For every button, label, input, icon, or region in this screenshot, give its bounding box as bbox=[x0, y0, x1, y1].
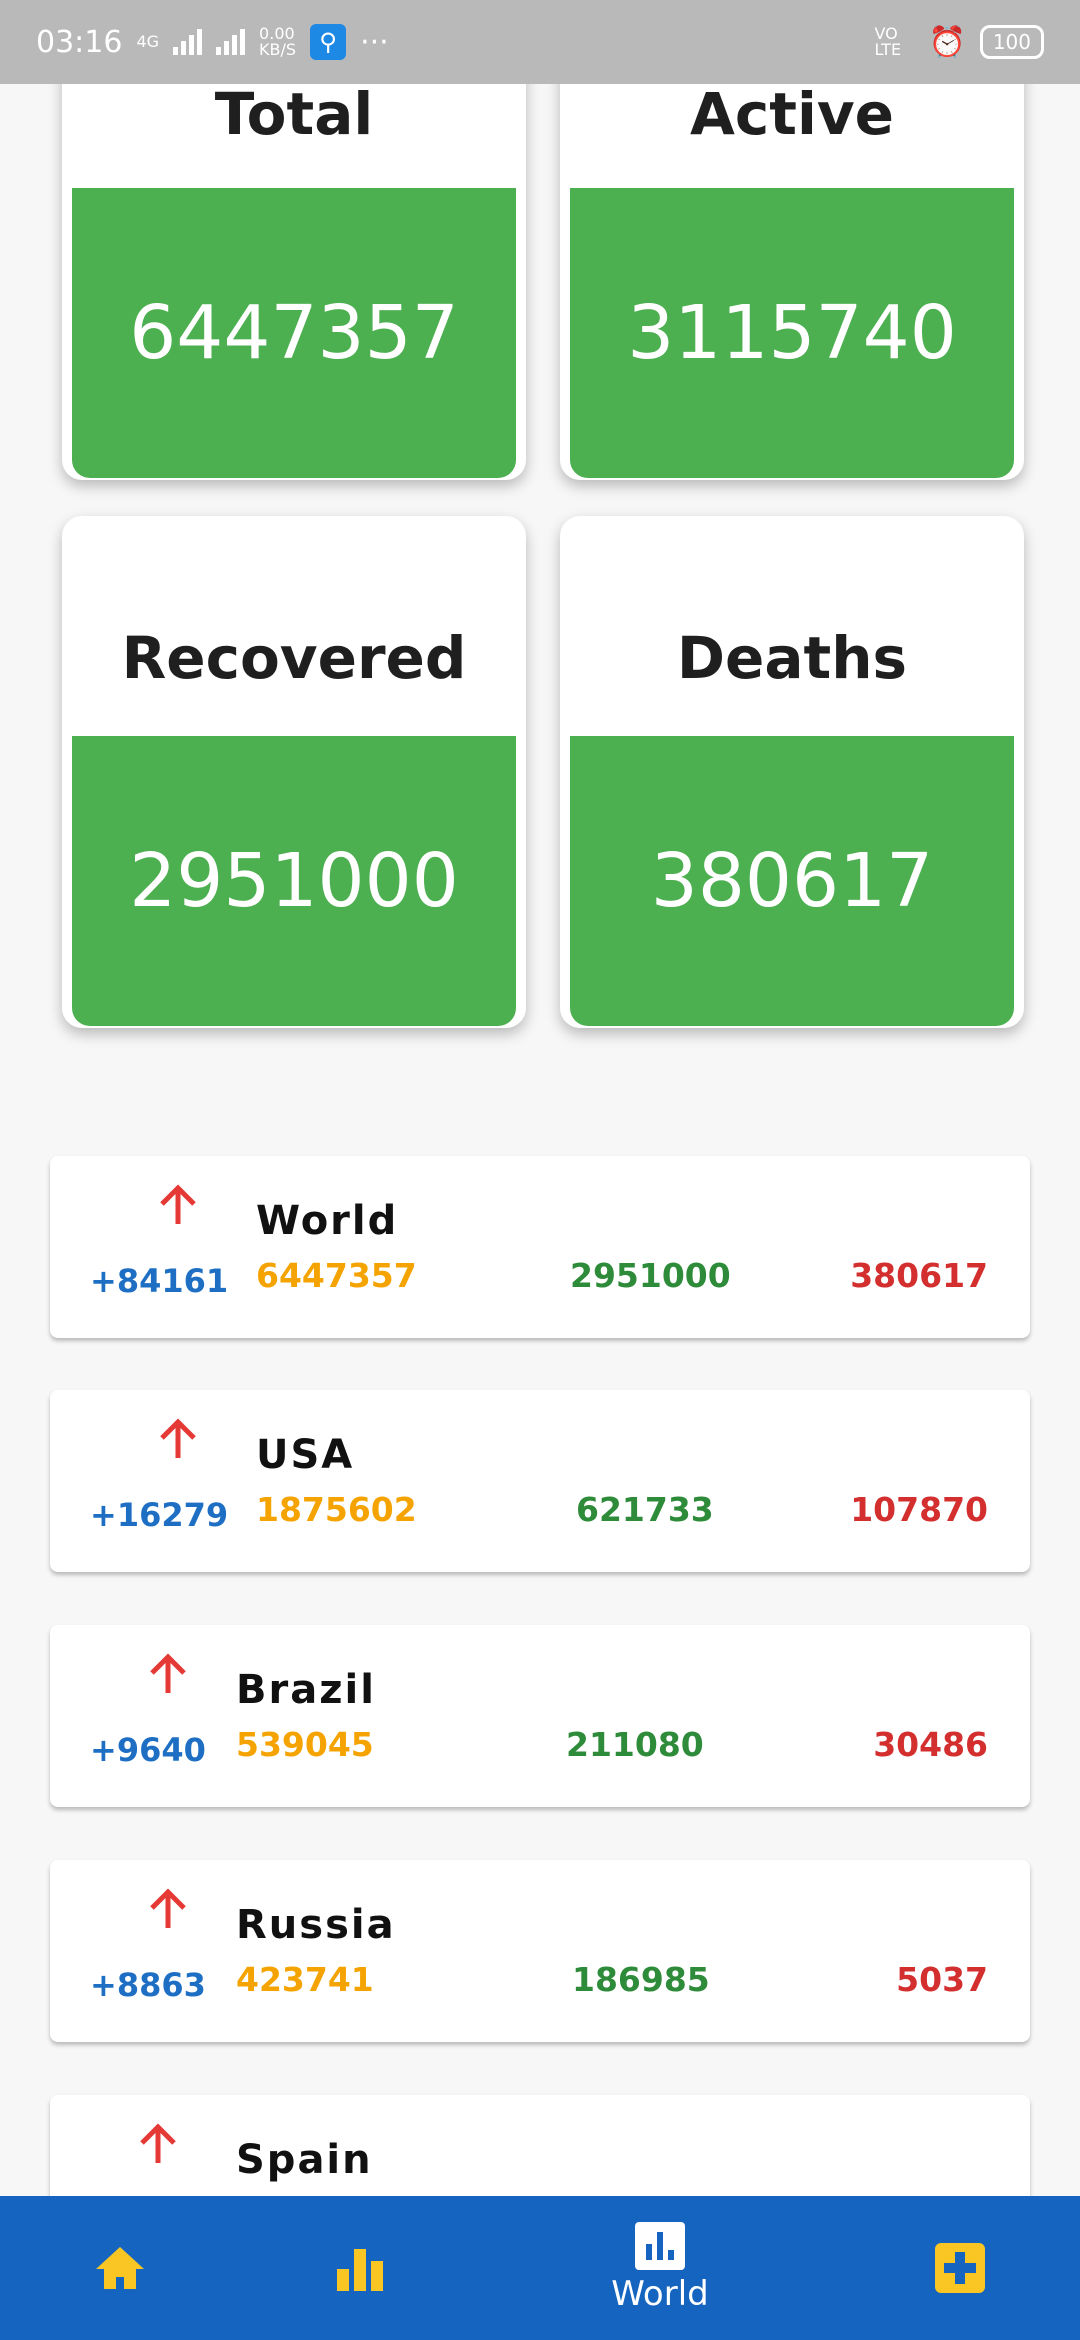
country-row-brazil[interactable]: +9640 Brazil 539045 211080 30486 bbox=[50, 1625, 1030, 1807]
deaths-value: 380617 bbox=[570, 736, 1014, 1026]
nav-statistics[interactable] bbox=[320, 2196, 400, 2340]
bar-chart-icon bbox=[337, 2249, 383, 2291]
signal-icon-2 bbox=[216, 29, 246, 55]
plus-icon bbox=[935, 2243, 985, 2293]
volte-indicator: VO LTE bbox=[874, 24, 902, 59]
country-name: World bbox=[256, 1198, 399, 1244]
network-speed: 0.00 KB/S bbox=[259, 24, 297, 59]
usb-icon: ⚲ bbox=[310, 24, 347, 60]
country-row-russia[interactable]: +8863 Russia 423741 186985 5037 bbox=[50, 1860, 1030, 2042]
arrow-up-icon bbox=[150, 1653, 186, 1693]
country-recovered: 211080 bbox=[566, 1725, 704, 1764]
country-delta: +84161 bbox=[90, 1262, 229, 1300]
active-label: Active bbox=[689, 80, 895, 148]
deaths-label: Deaths bbox=[676, 624, 908, 692]
recovered-card: Recovered 2951000 bbox=[62, 516, 526, 1028]
battery-icon: 100 bbox=[979, 25, 1044, 59]
deaths-card: Deaths 380617 bbox=[560, 516, 1024, 1028]
total-card: Total 6447357 bbox=[62, 20, 526, 480]
country-deaths: 380617 bbox=[850, 1256, 988, 1295]
country-deaths: 5037 bbox=[896, 1960, 988, 1999]
active-value: 3115740 bbox=[570, 188, 1014, 478]
active-card: Active 3115740 bbox=[560, 20, 1024, 480]
nav-world-label: World bbox=[611, 2274, 709, 2314]
total-label: Total bbox=[214, 80, 374, 148]
country-delta: +8863 bbox=[90, 1966, 206, 2004]
country-name: Brazil bbox=[236, 1667, 376, 1713]
arrow-up-icon bbox=[140, 2123, 176, 2163]
recovered-value: 2951000 bbox=[72, 736, 516, 1026]
nav-world[interactable]: World bbox=[590, 2196, 730, 2340]
country-delta: +16279 bbox=[90, 1496, 229, 1534]
nav-add[interactable] bbox=[920, 2196, 1000, 2340]
country-cases: 423741 bbox=[236, 1960, 374, 1999]
country-cases: 539045 bbox=[236, 1725, 374, 1764]
country-name: Russia bbox=[236, 1902, 396, 1948]
signal-icon bbox=[173, 29, 203, 55]
status-time: 03:16 bbox=[36, 24, 123, 60]
country-row-world[interactable]: +84161 World 6447357 2951000 380617 bbox=[50, 1156, 1030, 1338]
alarm-icon: ⏰ bbox=[928, 24, 966, 60]
country-cases: 1875602 bbox=[256, 1490, 417, 1529]
country-recovered: 621733 bbox=[576, 1490, 714, 1529]
arrow-up-icon bbox=[150, 1888, 186, 1928]
world-chart-icon bbox=[635, 2222, 685, 2270]
country-recovered: 2951000 bbox=[570, 1256, 731, 1295]
country-cases: 6447357 bbox=[256, 1256, 417, 1295]
country-delta: +9640 bbox=[90, 1731, 206, 1769]
arrow-up-icon bbox=[160, 1184, 196, 1224]
total-value: 6447357 bbox=[72, 188, 516, 478]
country-deaths: 107870 bbox=[850, 1490, 988, 1529]
country-name: Spain bbox=[236, 2137, 373, 2183]
country-name: USA bbox=[256, 1432, 355, 1478]
country-recovered: 186985 bbox=[572, 1960, 710, 1999]
country-row-usa[interactable]: +16279 USA 1875602 621733 107870 bbox=[50, 1390, 1030, 1572]
status-bar: 03:16 4G 0.00 KB/S ⚲ ··· VO LTE ⏰ 100 bbox=[0, 0, 1080, 84]
country-deaths: 30486 bbox=[873, 1725, 988, 1764]
nav-home[interactable] bbox=[80, 2196, 160, 2340]
bottom-navigation: World bbox=[0, 2196, 1080, 2340]
network-type: 4G bbox=[136, 32, 160, 51]
home-icon bbox=[96, 2247, 144, 2289]
recovered-label: Recovered bbox=[121, 624, 467, 692]
more-dots: ··· bbox=[360, 24, 389, 60]
arrow-up-icon bbox=[160, 1418, 196, 1458]
